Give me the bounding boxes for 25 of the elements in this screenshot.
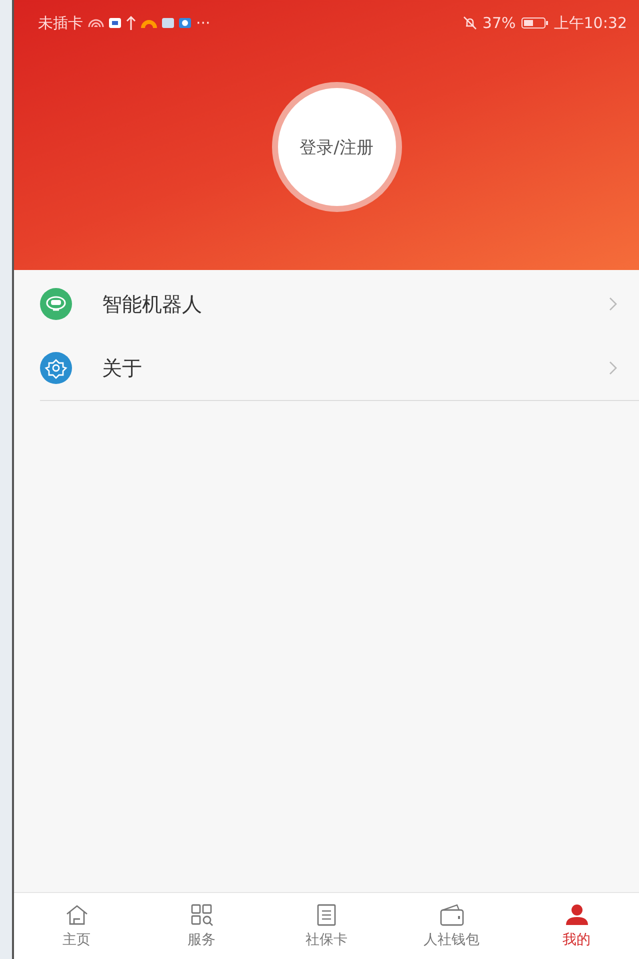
login-button[interactable]: 登录/注册 <box>272 82 402 212</box>
battery-icon <box>520 16 549 30</box>
carrier-text: 未插卡 <box>38 14 83 32</box>
person-icon <box>564 903 590 927</box>
app-icon <box>141 18 157 28</box>
nav-tab[interactable]: 主页 <box>14 893 139 959</box>
nav-tab[interactable]: 服务 <box>139 893 264 959</box>
menu-item[interactable]: 关于 <box>14 336 639 400</box>
wallet-icon <box>438 903 464 927</box>
wifi-icon <box>88 18 104 28</box>
usb-icon <box>126 16 136 30</box>
chevron-icon <box>609 297 617 311</box>
battery-percent: 37% <box>482 14 516 32</box>
menu-item[interactable]: 智能机器人 <box>14 272 639 336</box>
mute-icon <box>463 16 478 30</box>
more-icon: ··· <box>196 14 210 32</box>
clock-time: 上午10:32 <box>554 14 627 32</box>
grid-icon <box>188 903 214 927</box>
nav-tab[interactable]: 人社钱包 <box>389 893 514 959</box>
app-icon <box>179 18 191 28</box>
nav-tab[interactable]: 社保卡 <box>264 893 389 959</box>
app-icon <box>162 18 174 28</box>
nav-tab[interactable]: 我的 <box>514 893 639 959</box>
chevron-icon <box>609 361 617 375</box>
message-icon <box>109 18 121 28</box>
